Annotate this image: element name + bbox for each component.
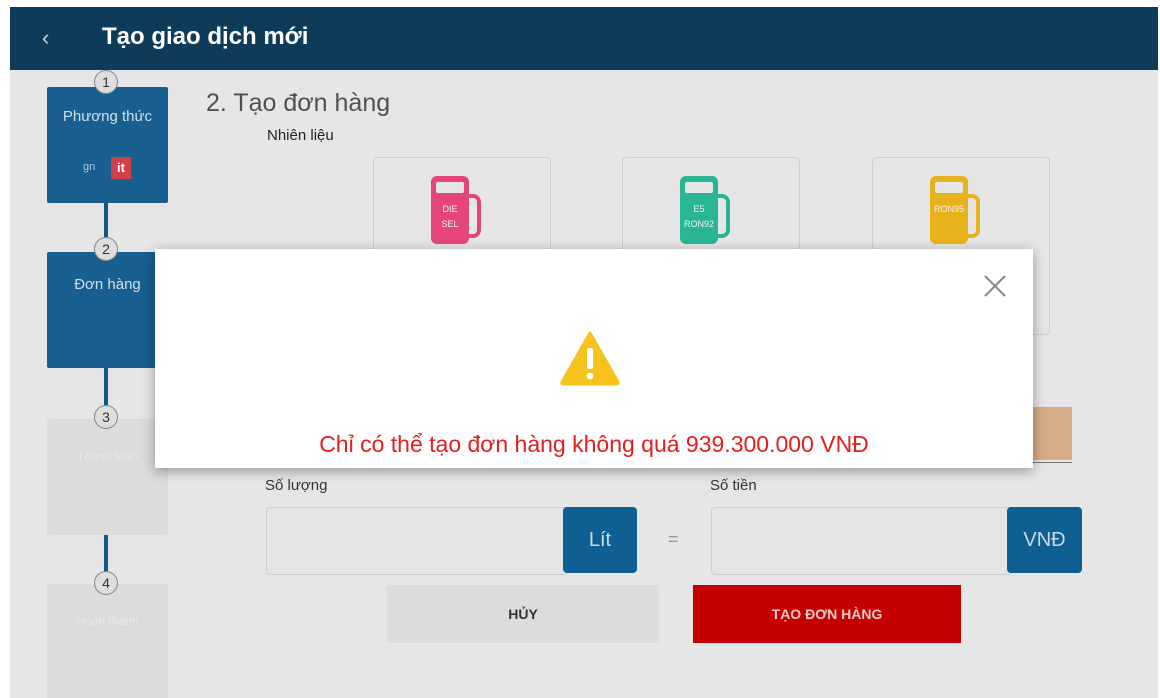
step-3-number: 3 [94, 405, 118, 429]
warning-dialog: Chỉ có thể tạo đơn hàng không quá 939.30… [155, 249, 1033, 468]
step-2-card[interactable]: Đơn hàng [47, 252, 168, 368]
fuel-name: SEL [441, 219, 459, 229]
fuel-name: DIE [442, 204, 458, 214]
app-screen: ‹ Tạo giao dịch mới Phương thức gn it 1 … [10, 7, 1158, 698]
step-2-label: Đơn hàng [74, 276, 141, 293]
step-3-card[interactable]: Thanh toán [47, 419, 168, 535]
step-1-number: 1 [94, 70, 118, 94]
fuel-name: RON95 [933, 204, 964, 214]
quantity-input[interactable] [266, 507, 568, 575]
fuel-pump-icon: DIE SEL [431, 176, 481, 244]
gift-prefix: gn [83, 161, 96, 173]
amount-label: Số tiền [710, 477, 757, 494]
page-title: Tạo giao dịch mới [102, 23, 309, 50]
amount-unit-button[interactable]: VNĐ [1007, 507, 1082, 573]
fuel-name: E5 [693, 204, 705, 214]
fuel-label: Nhiên liệu [267, 127, 334, 144]
back-button[interactable]: ‹ [42, 25, 49, 51]
step-2-number: 2 [94, 237, 118, 261]
step-3-label: Thanh toán [77, 449, 138, 463]
step-1-card[interactable]: Phương thức gn it [47, 87, 168, 203]
amount-input[interactable] [711, 507, 1013, 575]
fuel-name: RON92 [683, 219, 714, 229]
cancel-button[interactable]: HỦY [387, 585, 659, 643]
step-4-label: Hoàn thành [76, 614, 139, 628]
equals-sign: = [668, 529, 679, 549]
gift-icon: it [111, 157, 131, 179]
fuel-pump-icon: RON95 [930, 176, 980, 244]
step-4-card[interactable]: Hoàn thành [47, 584, 168, 698]
warning-message: Chỉ có thể tạo đơn hàng không quá 939.30… [319, 431, 869, 457]
quantity-unit-button[interactable]: Lít [563, 507, 637, 573]
step-4-number: 4 [94, 571, 118, 595]
section-title: 2. Tạo đơn hàng [206, 89, 391, 117]
create-order-button[interactable]: TẠO ĐƠN HÀNG [693, 585, 961, 643]
step-1-label: Phương thức [62, 108, 153, 125]
quantity-label: Số lượng [265, 477, 328, 494]
fuel-pump-icon: E5 RON92 [680, 176, 730, 244]
warning-triangle-icon [560, 331, 620, 386]
close-icon[interactable] [982, 273, 1008, 299]
top-app-bar: ‹ Tạo giao dịch mới [10, 7, 1158, 70]
